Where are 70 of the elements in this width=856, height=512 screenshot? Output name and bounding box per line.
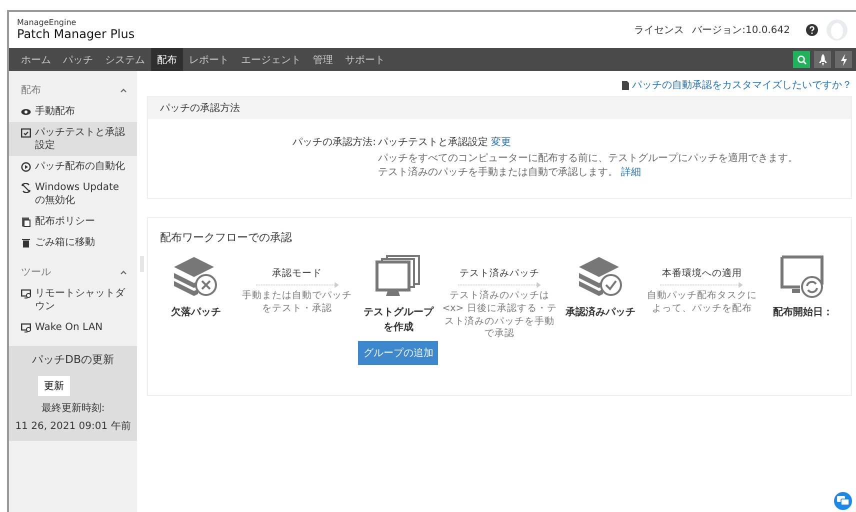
search-button[interactable] <box>793 51 810 68</box>
section-title: ツール <box>21 266 51 279</box>
sidebar-item[interactable]: パッチテストと承認設定 <box>9 122 137 156</box>
document-icon <box>622 80 629 90</box>
update-title: パッチDBの更新 <box>32 352 114 367</box>
description-text: パッチをすべてのコンピューターに配布する前に、テストグループにパッチを適用できます。テスト済みのパッチを手動または自動で承認します。 詳細 <box>378 152 798 180</box>
sync-off-icon <box>21 183 31 193</box>
panel-title: 配布ワークフローでの承認 <box>160 230 293 245</box>
step-label: 欠落パッチ <box>171 306 221 320</box>
product-name: Patch Manager Plus <box>17 28 135 41</box>
sidebar-item[interactable]: 手動配布 <box>9 101 137 122</box>
sidebar-item[interactable]: Wake On LAN <box>9 317 137 338</box>
version-text: バージョン:10.0.642 <box>692 24 790 37</box>
search-icon <box>796 54 806 64</box>
nav-tab[interactable]: サポート <box>339 48 391 71</box>
chat-icon <box>837 496 849 506</box>
approval-method-value: パッチテストと承認設定 <box>378 137 488 148</box>
add-group-button[interactable]: グループの追加 <box>358 341 438 365</box>
last-updated-time: 11 26, 2021 09:01 午前 <box>15 420 131 433</box>
rocket-button[interactable] <box>814 51 831 68</box>
caret-icon[interactable] <box>120 270 127 274</box>
field-label: パッチの承認方法: <box>292 136 376 150</box>
stack-check-icon <box>576 255 625 299</box>
help-icon[interactable] <box>806 24 818 36</box>
document-icon <box>21 217 31 227</box>
step-title: 承認モード <box>272 267 322 280</box>
nav-tab[interactable]: レポート <box>183 48 235 71</box>
details-link[interactable]: 詳細 <box>621 167 642 178</box>
step-description: 手動または自動でパッチをテスト・承認 <box>241 290 354 316</box>
lightning-icon <box>840 54 848 66</box>
brand-subtitle: ManageEngine <box>17 19 78 28</box>
sidebar-item[interactable]: リモートシャットダウン <box>9 283 137 317</box>
splitter-handle-icon[interactable] <box>140 256 144 272</box>
rocket-icon <box>818 54 828 66</box>
chat-button[interactable] <box>834 492 852 510</box>
checkbox-icon <box>21 128 31 138</box>
sidebar-item[interactable]: 配布ポリシー <box>9 211 137 232</box>
last-updated-label: 最終更新時刻: <box>41 402 105 415</box>
monitor-icon <box>21 323 31 333</box>
customize-link[interactable]: パッチの自動承認をカスタマイズしたいですか？ <box>632 78 852 92</box>
step-description: 自動パッチ配布タスクによって、パッチを配布 <box>646 290 758 316</box>
monitor-icon <box>21 289 31 299</box>
monitor-group-icon <box>375 255 422 299</box>
sidebar-item[interactable]: Windows Updateの無効化 <box>9 177 137 211</box>
caret-icon[interactable] <box>120 88 127 92</box>
nav-tab[interactable]: パッチ <box>57 48 99 71</box>
step-label: 承認済みパッチ <box>566 305 636 320</box>
trash-icon <box>21 238 31 248</box>
step-title: テスト済みパッチ <box>459 267 540 280</box>
license-link[interactable]: ライセンス <box>634 23 684 37</box>
update-button[interactable]: 更新 <box>37 375 71 397</box>
eye-icon <box>21 107 31 117</box>
play-icon <box>21 162 31 172</box>
nav-tab[interactable]: 管理 <box>307 48 339 71</box>
nav-tab[interactable]: エージェント <box>235 48 307 71</box>
step-description: テスト済みのパッチは <x> 日後に承認する・テスト済みのパッチを手動で承認 <box>441 290 558 342</box>
nav-tab[interactable]: ホーム <box>9 48 57 71</box>
sidebar-item[interactable]: パッチ配布の自動化 <box>9 156 137 177</box>
panel-title: パッチの承認方法 <box>160 103 240 114</box>
bolt-button[interactable] <box>835 51 852 68</box>
step-title: 本番環境への適用 <box>662 267 742 280</box>
section-title: 配布 <box>21 84 41 97</box>
sidebar-item[interactable]: ごみ箱に移動 <box>9 232 137 253</box>
nav-tab[interactable]: 配布 <box>151 48 183 71</box>
step-label: 配布開始日： <box>772 306 833 320</box>
change-link[interactable]: 変更 <box>491 137 512 148</box>
nav-tab[interactable]: システム <box>99 48 151 71</box>
stack-x-icon <box>172 255 220 299</box>
step-label: テストグループを作成 <box>362 305 434 335</box>
monitor-sync-icon <box>780 255 826 299</box>
